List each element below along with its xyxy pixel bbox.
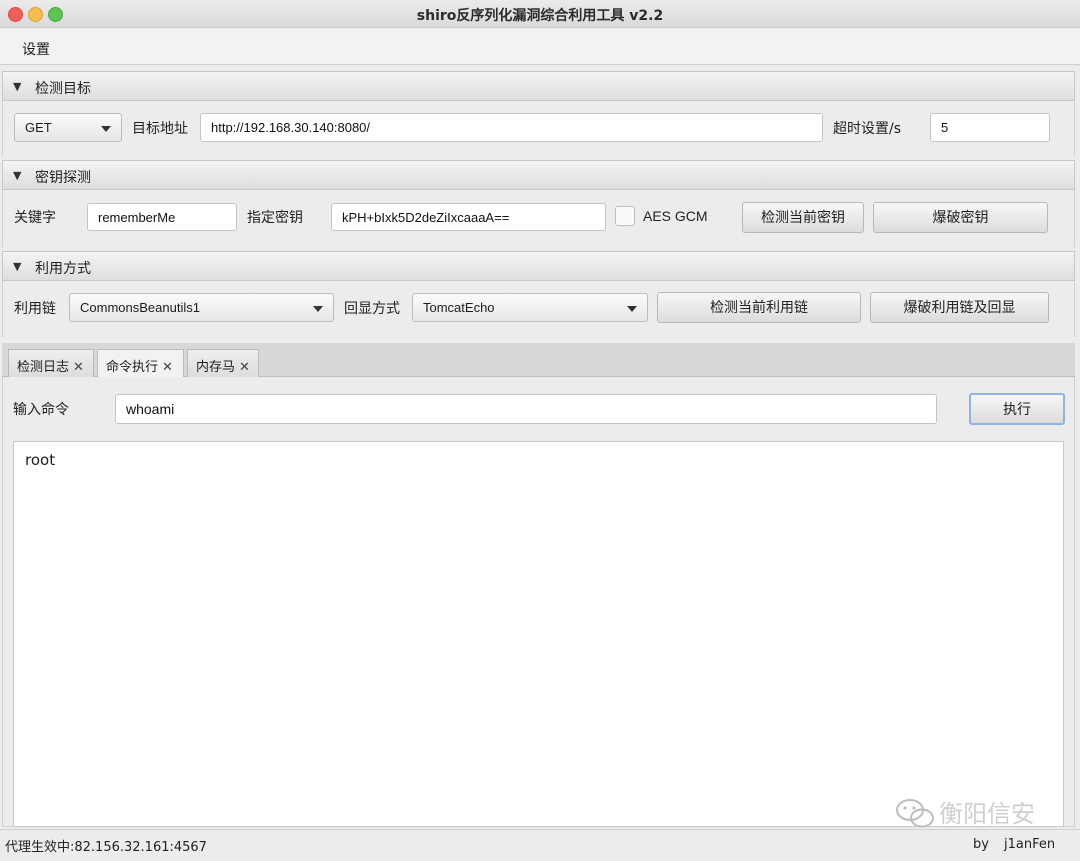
watermark-text: 衡阳信安 <box>939 800 1035 828</box>
chevron-down-icon <box>313 306 323 312</box>
tab-memory-shell[interactable]: 内存马 ✕ <box>187 349 259 378</box>
brute-chain-button[interactable]: 爆破利用链及回显 <box>870 292 1049 323</box>
http-method-value: GET <box>25 120 52 135</box>
menu-bar: 设置 <box>0 29 1080 65</box>
section-title-target: 检测目标 <box>35 81 91 97</box>
timeout-input[interactable]: 5 <box>930 113 1050 142</box>
keyword-label: 关键字 <box>14 210 56 226</box>
timeout-label: 超时设置/s <box>833 121 902 137</box>
proxy-status: 代理生效中:82.156.32.161:4567 <box>5 840 207 855</box>
chain-label: 利用链 <box>14 301 56 317</box>
execute-button[interactable]: 执行 <box>969 393 1065 425</box>
window-titlebar: shiro反序列化漏洞综合利用工具 v2.2 <box>0 0 1080 28</box>
aes-gcm-checkbox[interactable] <box>615 206 635 226</box>
echo-method-value: TomcatEcho <box>423 300 495 315</box>
window-title: shiro反序列化漏洞综合利用工具 v2.2 <box>416 8 664 24</box>
echo-label: 回显方式 <box>344 301 400 317</box>
output-text: root <box>25 451 56 469</box>
detect-chain-button[interactable]: 检测当前利用链 <box>657 292 861 323</box>
section-header-exploit[interactable]: ▼ 利用方式 <box>2 251 1075 281</box>
tab-label: 检测日志 <box>17 360 70 375</box>
gadget-chain-value: CommonsBeanutils1 <box>80 300 200 315</box>
http-method-select[interactable]: GET <box>14 113 122 142</box>
author-name: j1anFen <box>1004 837 1056 852</box>
close-icon[interactable]: ✕ <box>162 360 173 375</box>
chevron-down-icon <box>627 306 637 312</box>
chevron-down-icon <box>101 126 111 132</box>
menu-settings[interactable]: 设置 <box>22 39 50 59</box>
tab-label: 内存马 <box>196 360 236 375</box>
section-header-key[interactable]: ▼ 密钥探测 <box>2 160 1075 190</box>
collapse-triangle-icon: ▼ <box>13 169 22 182</box>
section-title-key: 密钥探测 <box>35 170 91 186</box>
tab-label: 命令执行 <box>106 360 159 375</box>
detect-key-button[interactable]: 检测当前密钥 <box>742 202 864 233</box>
brute-key-button[interactable]: 爆破密钥 <box>873 202 1048 233</box>
collapse-triangle-icon: ▼ <box>13 260 22 273</box>
collapse-triangle-icon: ▼ <box>13 80 22 93</box>
command-input[interactable]: whoami <box>115 394 937 424</box>
aes-gcm-label: AES GCM <box>643 208 708 224</box>
target-url-input[interactable]: http://192.168.30.140:8080/ <box>200 113 823 142</box>
url-label: 目标地址 <box>132 121 188 137</box>
echo-method-select[interactable]: TomcatEcho <box>412 293 648 322</box>
by-label: by <box>973 837 989 852</box>
key-input[interactable]: kPH+bIxk5D2deZiIxcaaaA== <box>331 203 606 231</box>
command-output[interactable]: root <box>13 441 1064 827</box>
key-label: 指定密钥 <box>247 210 303 226</box>
gadget-chain-select[interactable]: CommonsBeanutils1 <box>69 293 334 322</box>
keyword-input[interactable]: rememberMe <box>87 203 237 231</box>
status-bar: 代理生效中:82.156.32.161:4567 by j1anFen <box>0 829 1080 861</box>
close-icon[interactable]: ✕ <box>239 360 250 375</box>
tab-command-exec[interactable]: 命令执行 ✕ <box>97 349 184 379</box>
command-label: 输入命令 <box>13 402 69 418</box>
close-icon[interactable]: ✕ <box>73 360 84 375</box>
tab-detection-log[interactable]: 检测日志 ✕ <box>8 349 94 378</box>
section-title-exploit: 利用方式 <box>35 261 91 277</box>
section-header-target[interactable]: ▼ 检测目标 <box>2 71 1075 101</box>
